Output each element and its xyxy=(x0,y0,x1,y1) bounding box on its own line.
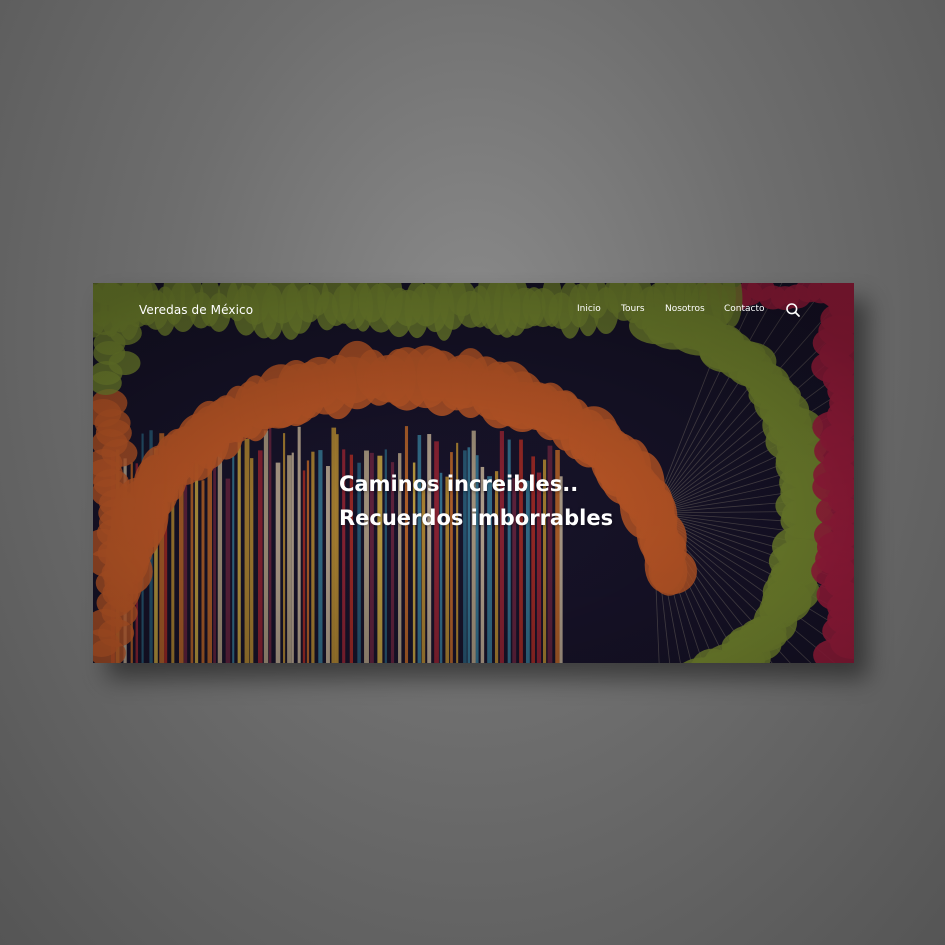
search-icon[interactable] xyxy=(785,302,801,318)
nav-item-tours[interactable]: Tours xyxy=(621,304,645,314)
hero-headline-line-2: Recuerdos imborrables xyxy=(339,506,614,530)
hero-headline: Caminos increibles.. Recuerdos imborrabl… xyxy=(339,467,613,535)
nav-item-contacto[interactable]: Contacto xyxy=(724,304,765,314)
nav-item-inicio[interactable]: Inicio xyxy=(577,304,601,314)
website-preview-card: Veredas de México Inicio Tours Nosotros … xyxy=(93,283,854,663)
hero-headline-line-1: Caminos increibles.. xyxy=(339,472,579,496)
top-navigation: Veredas de México Inicio Tours Nosotros … xyxy=(93,283,854,339)
site-brand[interactable]: Veredas de México xyxy=(139,303,253,317)
nav-item-nosotros[interactable]: Nosotros xyxy=(665,304,705,314)
